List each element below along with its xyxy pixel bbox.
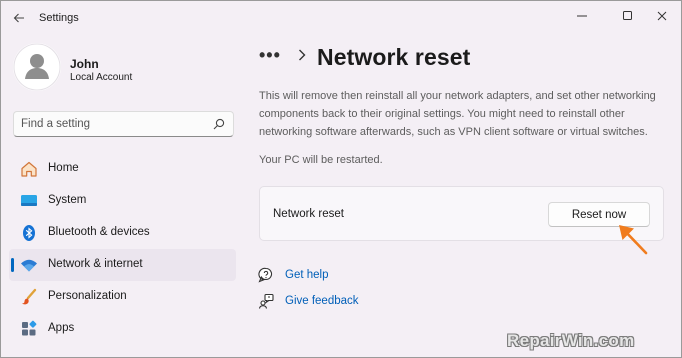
link-label: Give feedback [285,295,359,307]
search-icon [213,118,225,130]
user-profile[interactable]: John Local Account [13,41,243,97]
network-reset-card: Network reset Reset now [259,186,664,241]
close-button[interactable] [647,5,677,27]
bluetooth-icon [20,224,38,242]
wifi-icon [20,256,38,274]
sidebar-item-system[interactable]: System [9,185,236,217]
brush-icon [20,288,38,306]
sidebar-nav: Home System Bluetooth & devices Network … [9,153,236,345]
sidebar-item-label: Home [48,162,79,174]
settings-window: Settings John Local Account Find a setti… [0,0,682,358]
sidebar-item-label: System [48,194,87,206]
maximize-button[interactable] [613,5,643,27]
title-bar: Settings [1,1,681,35]
annotation-arrow-icon [619,225,648,255]
sidebar-item-apps[interactable]: Apps [9,313,236,345]
avatar [13,43,61,91]
account-type: Local Account [70,72,133,83]
watermark: RepairWin.com [507,331,635,350]
sidebar-item-label: Network & internet [48,258,143,270]
sidebar-item-label: Bluetooth & devices [48,226,150,238]
breadcrumb-more-button[interactable]: ••• [259,45,281,66]
sidebar-item-label: Personalization [48,290,127,302]
back-button[interactable] [9,8,29,28]
restart-note: Your PC will be restarted. [259,154,383,166]
get-help-link[interactable]: Get help [258,267,378,285]
sidebar-item-label: Apps [48,322,75,334]
selection-indicator [11,258,14,272]
close-icon [657,11,667,21]
minimize-button[interactable] [567,5,597,27]
search-input[interactable] [21,115,206,133]
card-label: Network reset [273,208,344,220]
page-title: Network reset [317,44,471,70]
sidebar-item-personalization[interactable]: Personalization [9,281,236,313]
back-arrow-icon [13,13,24,23]
give-feedback-link[interactable]: Give feedback [258,293,378,311]
minimize-icon [577,15,587,17]
sidebar-item-home[interactable]: Home [9,153,236,185]
link-label: Get help [285,269,329,281]
window-title: Settings [39,12,79,24]
home-icon [20,160,38,178]
reset-description: This will remove then reinstall all your… [259,90,656,138]
help-icon [258,267,272,283]
user-name: John [70,57,99,71]
sidebar-item-bluetooth[interactable]: Bluetooth & devices [9,217,236,249]
breadcrumb-chevron-icon [299,49,306,61]
apps-icon [20,320,38,338]
feedback-icon [258,293,274,309]
search-box[interactable] [13,111,234,137]
user-avatar-icon [13,43,61,91]
maximize-icon [623,11,632,20]
sidebar-item-network[interactable]: Network & internet [9,249,236,281]
system-icon [20,192,38,210]
